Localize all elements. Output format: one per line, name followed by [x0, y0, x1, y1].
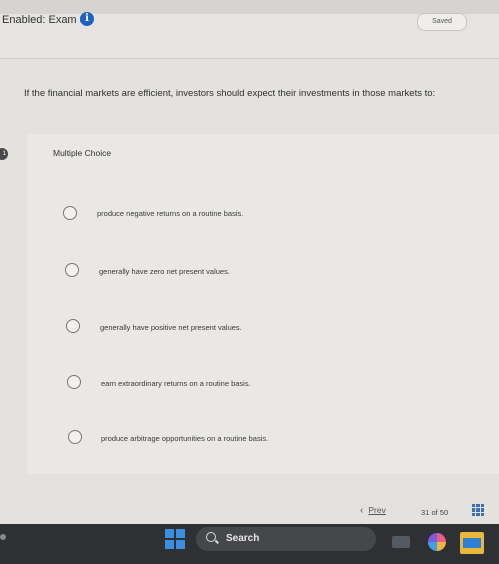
option-label-4[interactable]: earn extraordinary returns on a routine … [101, 379, 251, 388]
question-number-marker: 1 [0, 148, 8, 160]
option-radio-1[interactable] [63, 206, 77, 220]
taskbar-app-icon[interactable] [392, 536, 410, 548]
taskbar-search-label[interactable]: Search [226, 533, 259, 544]
copilot-icon[interactable] [428, 533, 446, 551]
windows-start-icon[interactable] [165, 529, 185, 549]
page-total: 50 [439, 508, 449, 517]
page-current: 31 [421, 508, 430, 517]
prev-button[interactable]: ‹ Prev [360, 505, 386, 516]
option-label-2[interactable]: generally have zero net present values. [99, 267, 230, 276]
exam-title: Enabled: Exam 3 [2, 14, 86, 26]
option-radio-4[interactable] [67, 375, 81, 389]
saved-status-button[interactable]: Saved [417, 13, 467, 31]
taskbar-left-indicator-icon [0, 534, 6, 540]
option-radio-2[interactable] [65, 263, 79, 277]
question-text: If the financial markets are efficient, … [24, 88, 436, 99]
option-label-1[interactable]: produce negative returns on a routine ba… [97, 209, 243, 218]
question-grid-icon[interactable] [472, 504, 484, 516]
page-counter: 31 of 50 [421, 508, 448, 517]
option-label-5[interactable]: produce arbitrage opportunities on a rou… [101, 434, 268, 443]
question-type-label: Multiple Choice [53, 148, 112, 158]
page-of: of [431, 508, 438, 517]
prev-label: Prev [368, 505, 386, 515]
header-divider [0, 58, 499, 59]
file-explorer-icon[interactable] [460, 532, 484, 554]
taskbar-search-box[interactable] [196, 527, 376, 551]
option-radio-3[interactable] [66, 319, 80, 333]
window-top-strip [0, 0, 499, 14]
search-icon [206, 532, 216, 542]
answer-panel [27, 134, 499, 474]
chevron-left-icon: ‹ [360, 505, 364, 516]
info-icon[interactable]: i [80, 12, 94, 26]
option-label-3[interactable]: generally have positive net present valu… [100, 323, 242, 332]
option-radio-5[interactable] [68, 430, 82, 444]
